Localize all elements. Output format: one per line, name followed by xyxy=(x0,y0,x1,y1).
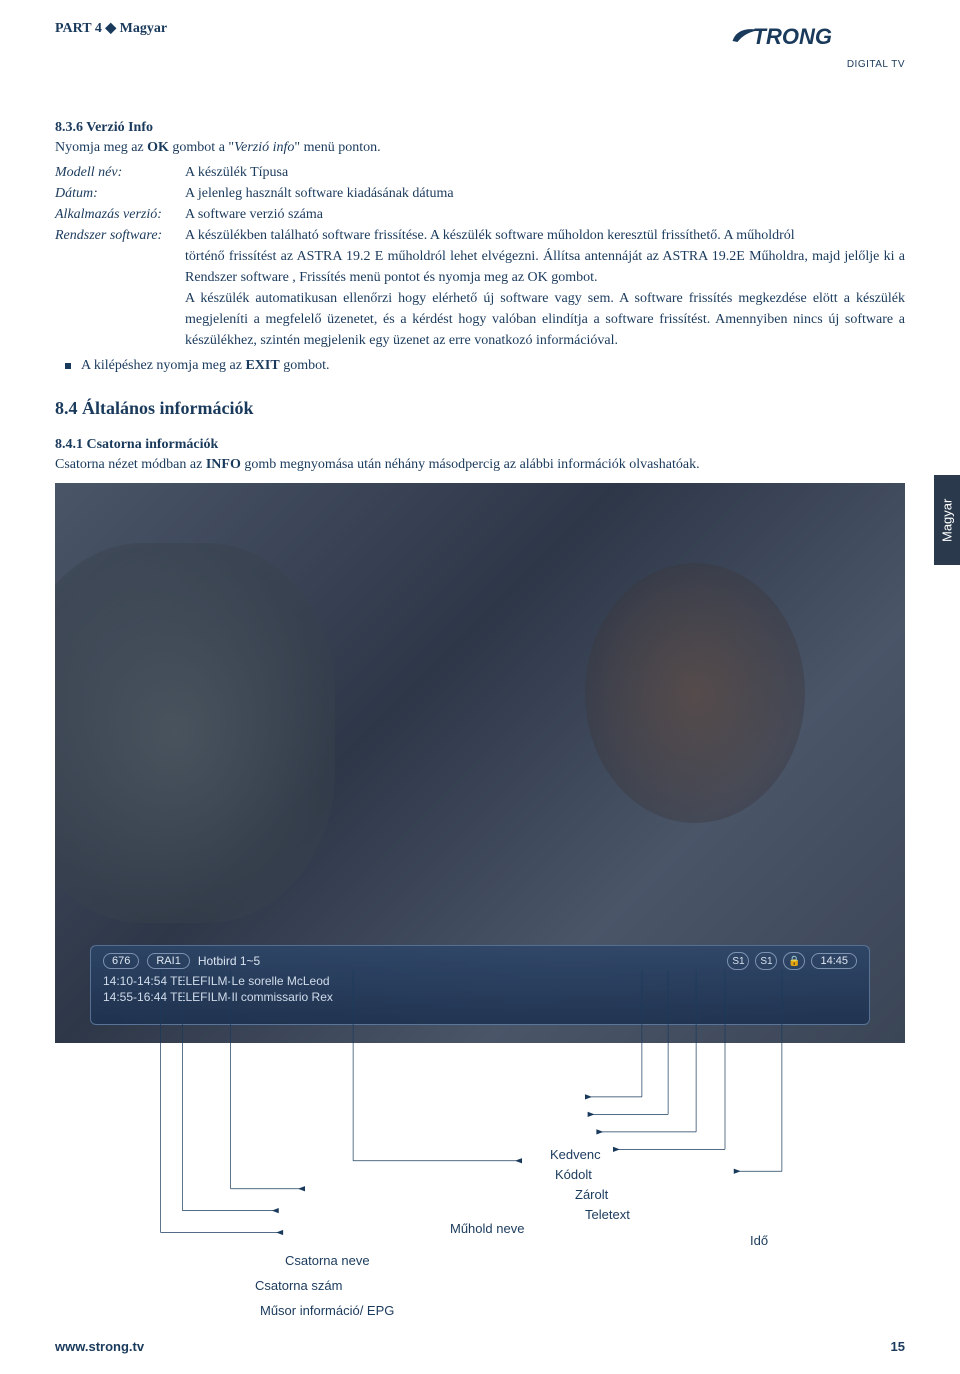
tv-screenshot: 676 RAI1 Hotbird 1~5 S1 S1 🔒 14:45 14:10… xyxy=(55,483,905,1043)
satellite-name: Hotbird 1~5 xyxy=(198,954,260,968)
epg-line-2: 14:55-16:44 TELEFILM-Il commissario Rex xyxy=(103,990,857,1004)
footer-url: www.strong.tv xyxy=(55,1339,144,1354)
part-label: PART 4 xyxy=(55,21,102,36)
def-label: Modell név: xyxy=(55,162,185,183)
def-value: A készülékben található software frissít… xyxy=(185,225,905,246)
def-value: A software verzió száma xyxy=(185,204,905,225)
section-836-intro: Nyomja meg az OK gombot a "Verzió info" … xyxy=(55,140,905,156)
label-csatorna-szam: Csatorna szám xyxy=(255,1278,342,1293)
language-side-tab: Magyar xyxy=(934,475,960,565)
lock-icon: 🔒 xyxy=(783,952,805,970)
background-shape xyxy=(585,563,805,823)
channel-name-pill: RAI1 xyxy=(147,953,189,969)
diamond-sep: ◆ xyxy=(105,21,119,36)
label-teletext: Teletext xyxy=(585,1207,630,1222)
channel-number-pill: 676 xyxy=(103,953,139,969)
label-kedvenc: Kedvenc xyxy=(550,1147,601,1162)
logo-subtitle: DIGITAL TV xyxy=(725,59,905,70)
section-841-title: 8.4.1 Csatorna információk xyxy=(55,437,905,453)
section-836-title: 8.3.6 Verzió Info xyxy=(55,120,905,136)
label-kodolt: Kódolt xyxy=(555,1167,592,1182)
background-shape xyxy=(55,543,335,923)
def-row: Modell név: A készülék Típusa xyxy=(55,162,905,183)
page-footer: www.strong.tv 15 xyxy=(55,1339,905,1354)
strong-logo-icon: TRONG xyxy=(725,20,905,52)
page-header: PART 4 ◆ Magyar xyxy=(55,20,167,37)
lang-label: Magyar xyxy=(120,21,167,36)
clock-pill: 14:45 xyxy=(811,953,857,969)
label-musor: Műsor információ/ EPG xyxy=(260,1303,394,1318)
def-value: A jelenleg használt software kiadásának … xyxy=(185,183,905,204)
def-row: Dátum: A jelenleg használt software kiad… xyxy=(55,183,905,204)
def-label: Dátum: xyxy=(55,183,185,204)
epg-line-1: 14:10-14:54 TELEFILM-Le sorelle McLeod xyxy=(103,974,857,988)
square-bullet-icon xyxy=(65,363,71,369)
section-841-intro: Csatorna nézet módban az INFO gomb megny… xyxy=(55,457,905,473)
section-836-body: történő frissítést az ASTRA 19.2 E műhol… xyxy=(185,246,905,351)
def-label: Rendszer software: xyxy=(55,225,185,246)
def-value: A készülék Típusa xyxy=(185,162,905,183)
svg-text:TRONG: TRONG xyxy=(753,24,832,49)
favorite-icon: S1 xyxy=(727,952,749,970)
def-row: Alkalmazás verzió: A software verzió szá… xyxy=(55,204,905,225)
label-zarolt: Zárolt xyxy=(575,1187,608,1202)
def-row: Rendszer software: A készülékben találha… xyxy=(55,225,905,246)
footer-page: 15 xyxy=(891,1339,905,1354)
label-muhold: Műhold neve xyxy=(450,1221,524,1236)
label-csatorna-neve: Csatorna neve xyxy=(285,1253,370,1268)
heading-84: 8.4 Általános információk xyxy=(55,398,905,419)
exit-bullet: A kilépéshez nyomja meg az EXIT gombot. xyxy=(65,355,905,376)
def-label: Alkalmazás verzió: xyxy=(55,204,185,225)
scramble-icon: S1 xyxy=(755,952,777,970)
brand-logo: TRONG DIGITAL TV xyxy=(725,20,905,70)
channel-info-banner: 676 RAI1 Hotbird 1~5 S1 S1 🔒 14:45 14:10… xyxy=(90,945,870,1025)
label-ido: Idő xyxy=(750,1233,768,1248)
